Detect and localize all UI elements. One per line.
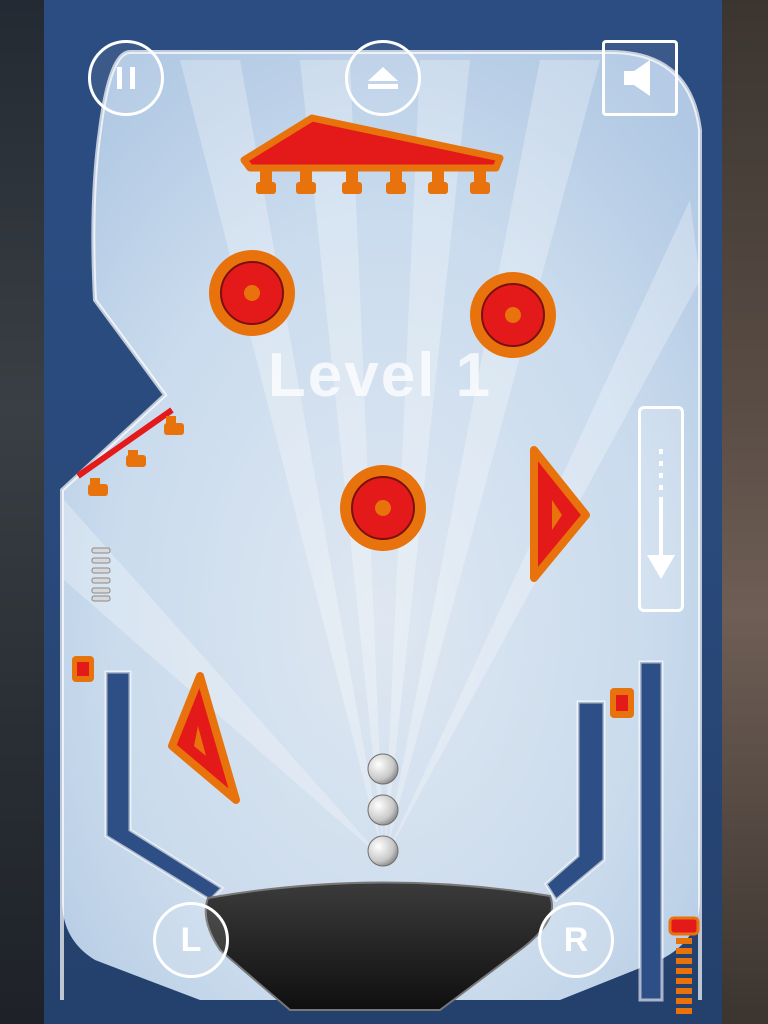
launch-button[interactable] — [638, 406, 684, 612]
pinball-screen: Level 1 L R — [0, 0, 768, 1024]
speaker-icon — [624, 60, 650, 96]
spare-balls — [367, 753, 399, 867]
indicator-light-right — [610, 688, 634, 718]
plunger-lane-wall — [638, 660, 664, 1002]
plunger-spring[interactable] — [668, 916, 700, 1014]
left-flipper-button[interactable]: L — [153, 902, 229, 978]
sound-button[interactable] — [602, 40, 678, 116]
eject-icon — [368, 67, 398, 89]
indicator-light-left — [72, 656, 94, 682]
down-arrow-icon — [647, 449, 675, 579]
eject-button[interactable] — [345, 40, 421, 116]
pause-icon — [117, 67, 135, 89]
round-bumper-center — [340, 465, 426, 551]
pause-button[interactable] — [88, 40, 164, 116]
level-label: Level 1 — [267, 341, 493, 410]
round-bumper-top-left — [209, 250, 295, 336]
right-flipper-button[interactable]: R — [538, 902, 614, 978]
